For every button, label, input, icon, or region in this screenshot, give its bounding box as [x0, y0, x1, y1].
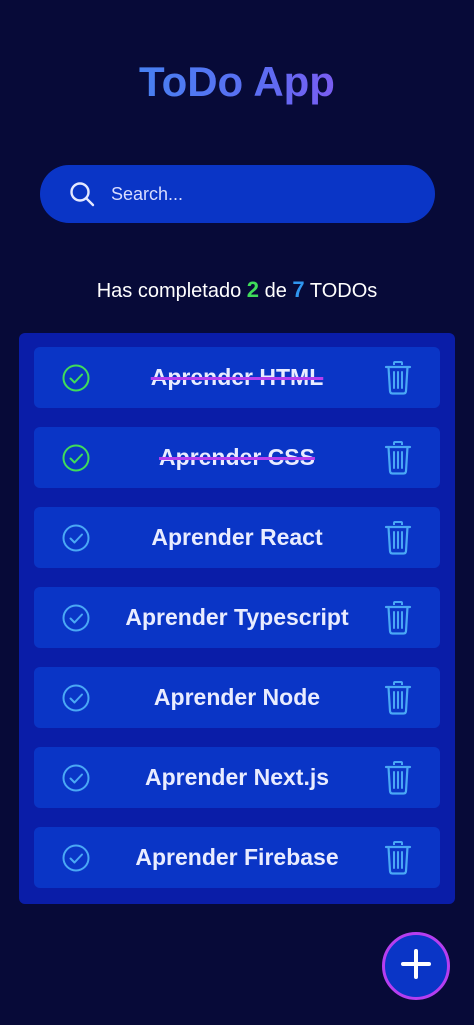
todo-app: ToDo App Has completado 2 de 7 TODOs Apr… — [0, 0, 474, 1025]
todo-item: Aprender Typescript — [34, 587, 440, 648]
search-bar[interactable] — [40, 165, 435, 223]
trash-icon[interactable] — [383, 841, 413, 875]
app-title: ToDo App — [0, 56, 474, 108]
search-icon — [68, 180, 96, 208]
todo-text: Aprender HTML — [150, 364, 324, 390]
todo-item: Aprender React — [34, 507, 440, 568]
trash-icon[interactable] — [383, 601, 413, 635]
check-circle-icon[interactable] — [61, 843, 91, 873]
search-input[interactable] — [109, 182, 393, 206]
todo-list: Aprender HTML Aprender CSS Aprender React A… — [19, 333, 455, 904]
plus-icon — [399, 947, 433, 986]
todo-text: Aprender Next.js — [144, 764, 330, 790]
todo-text: Aprender React — [151, 524, 323, 550]
todo-item: Aprender HTML — [34, 347, 440, 408]
todo-item: Aprender Firebase — [34, 827, 440, 888]
total-count: 7 — [292, 277, 305, 302]
check-circle-icon[interactable] — [61, 523, 91, 553]
check-circle-icon[interactable] — [61, 683, 91, 713]
check-circle-icon[interactable] — [61, 443, 91, 473]
todo-text: Aprender Firebase — [135, 844, 339, 870]
counter-prefix: Has completado — [96, 280, 242, 302]
todo-counter: Has completado 2 de 7 TODOs — [0, 276, 474, 305]
trash-icon[interactable] — [383, 441, 413, 475]
completed-count: 2 — [246, 277, 260, 302]
todo-item: Aprender CSS — [34, 427, 440, 488]
counter-middle: de — [264, 280, 287, 302]
todo-text: Aprender Typescript — [125, 604, 349, 630]
todo-item: Aprender Node — [34, 667, 440, 728]
add-todo-button[interactable] — [382, 932, 450, 1000]
check-circle-icon[interactable] — [61, 363, 91, 393]
todo-item: Aprender Next.js — [34, 747, 440, 808]
todo-text: Aprender CSS — [159, 444, 315, 470]
trash-icon[interactable] — [383, 361, 413, 395]
check-circle-icon[interactable] — [61, 763, 91, 793]
check-circle-icon[interactable] — [61, 603, 91, 633]
todo-text: Aprender Node — [153, 684, 321, 710]
trash-icon[interactable] — [383, 681, 413, 715]
counter-suffix: TODOs — [309, 280, 378, 302]
trash-icon[interactable] — [383, 521, 413, 555]
trash-icon[interactable] — [383, 761, 413, 795]
